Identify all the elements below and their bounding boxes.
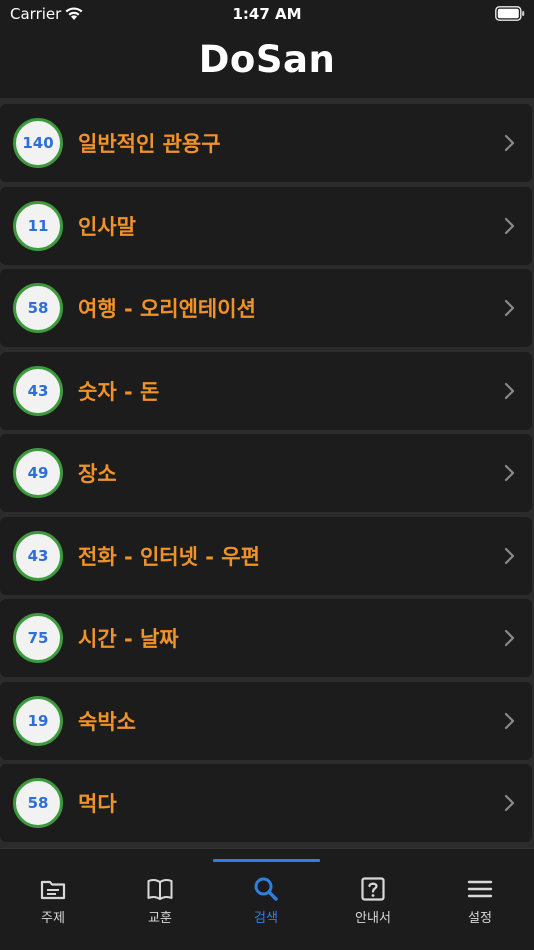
count-badge: 43: [13, 366, 63, 416]
item-label: 여행 - 오리엔테이션: [78, 297, 256, 321]
chevron-right-icon: [504, 134, 515, 152]
count-badge: 58: [13, 283, 63, 333]
item-label: 시간 - 날짜: [78, 627, 179, 651]
list-item[interactable]: 75 시간 - 날짜: [0, 599, 532, 677]
book-icon: [147, 878, 173, 900]
tab-topics[interactable]: 주제: [0, 875, 106, 927]
chevron-right-icon: [504, 794, 515, 812]
item-label: 숙박소: [78, 710, 136, 734]
list-item[interactable]: 43 숫자 - 돈: [0, 352, 532, 430]
chevron-right-icon: [504, 217, 515, 235]
chevron-right-icon: [504, 382, 515, 400]
list-item[interactable]: 43 전화 - 인터넷 - 우편: [0, 517, 532, 595]
count-badge: 58: [13, 778, 63, 828]
tab-label: 안내서: [355, 911, 391, 926]
tab-label: 검색: [254, 911, 278, 926]
count-badge: 75: [13, 613, 63, 663]
help-icon: [361, 877, 385, 901]
item-label: 숫자 - 돈: [78, 380, 160, 404]
status-bar: Carrier 1:47 AM: [0, 0, 534, 30]
item-label: 인사말: [78, 215, 136, 239]
nav-header: DoSan: [0, 30, 534, 98]
page-title: DoSan: [198, 38, 336, 81]
list-item[interactable]: 58 먹다: [0, 764, 532, 842]
count-badge: 19: [13, 696, 63, 746]
item-label: 전화 - 인터넷 - 우편: [78, 545, 260, 569]
tab-settings[interactable]: 설정: [427, 875, 533, 927]
folder-icon: [40, 880, 66, 900]
list-item[interactable]: 19 숙박소: [0, 682, 532, 760]
active-tab-indicator: [213, 859, 320, 862]
app-screen: Carrier 1:47 AM DoSan 140 일반적인 관용구 11 인사…: [0, 0, 534, 950]
tab-search[interactable]: 검색: [213, 875, 319, 927]
tab-label: 설정: [468, 911, 492, 926]
tab-label: 교훈: [148, 911, 172, 926]
tab-bar: 주제 교훈 검색 안내서 설정: [0, 848, 534, 950]
tab-lessons[interactable]: 교훈: [107, 875, 213, 927]
item-label: 장소: [78, 462, 117, 486]
chevron-right-icon: [504, 712, 515, 730]
item-label: 일반적인 관용구: [78, 132, 221, 156]
chevron-right-icon: [504, 464, 515, 482]
chevron-right-icon: [504, 547, 515, 565]
count-badge: 49: [13, 448, 63, 498]
item-label: 먹다: [78, 792, 117, 816]
count-badge: 140: [13, 118, 63, 168]
tab-guide[interactable]: 안내서: [320, 875, 426, 927]
menu-icon: [467, 880, 493, 898]
chevron-right-icon: [504, 629, 515, 647]
battery-icon: [495, 6, 525, 21]
list-item[interactable]: 11 인사말: [0, 187, 532, 265]
list-item[interactable]: 58 여행 - 오리엔테이션: [0, 269, 532, 347]
count-badge: 43: [13, 531, 63, 581]
status-time: 1:47 AM: [232, 5, 302, 23]
list-item[interactable]: 140 일반적인 관용구: [0, 104, 532, 182]
search-icon: [254, 877, 278, 901]
list-item[interactable]: 49 장소: [0, 434, 532, 512]
chevron-right-icon: [504, 299, 515, 317]
tab-label: 주제: [41, 911, 65, 926]
count-badge: 11: [13, 201, 63, 251]
